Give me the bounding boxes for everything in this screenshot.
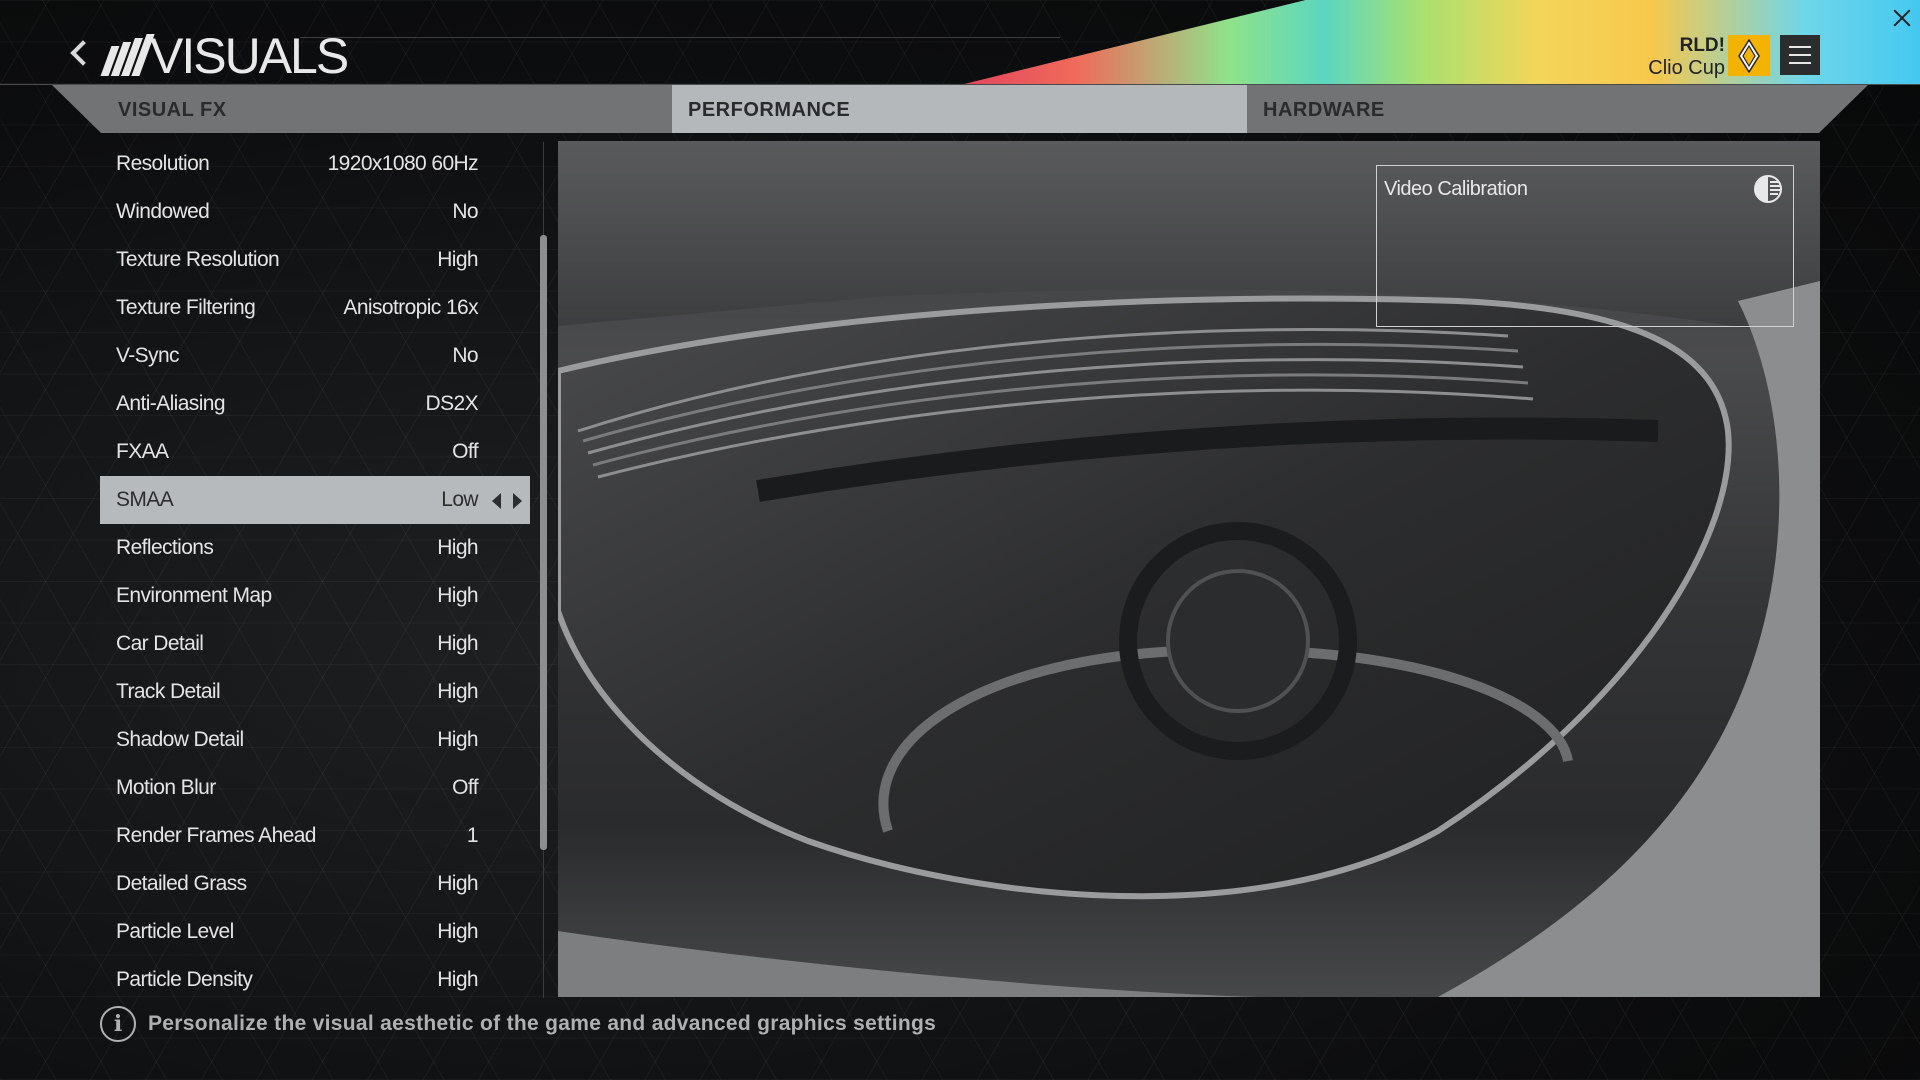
setting-value: Low — [441, 488, 478, 511]
settings-list: Resolution 1920x1080 60Hz Windowed No Te… — [100, 140, 530, 995]
setting-value: High — [437, 872, 478, 895]
setting-label: Car Detail — [116, 632, 204, 655]
setting-value: No — [452, 200, 478, 223]
setting-label: Texture Filtering — [116, 296, 256, 319]
setting-value: High — [437, 968, 478, 991]
info-icon: i — [100, 1006, 136, 1042]
setting-value: High — [437, 248, 478, 271]
setting-render-frames-ahead[interactable]: Render Frames Ahead 1 — [100, 812, 530, 860]
setting-value: Off — [452, 776, 478, 799]
page-title: VISUALS — [150, 28, 349, 84]
setting-motion-blur[interactable]: Motion Blur Off — [100, 764, 530, 812]
setting-track-detail[interactable]: Track Detail High — [100, 668, 530, 716]
setting-value: High — [437, 728, 478, 751]
scrollbar-thumb[interactable] — [540, 235, 547, 850]
setting-value: High — [437, 920, 478, 943]
setting-windowed[interactable]: Windowed No — [100, 188, 530, 236]
video-calibration-label: Video Calibration — [1384, 178, 1528, 200]
setting-detailed-grass[interactable]: Detailed Grass High — [100, 860, 530, 908]
setting-particle-level[interactable]: Particle Level High — [100, 908, 530, 956]
setting-value: Anisotropic 16x — [343, 296, 478, 319]
footer-info-text: Personalize the visual aesthetic of the … — [148, 1012, 937, 1035]
contrast-icon — [1754, 175, 1782, 203]
setting-value: DS2X — [425, 392, 479, 415]
header-bar: VISUALS RLD! Clio Cup — [0, 0, 1920, 85]
hamburger-menu-button[interactable] — [1780, 35, 1820, 75]
video-calibration-button[interactable]: Video Calibration — [1376, 165, 1794, 327]
setting-value: High — [437, 584, 478, 607]
header-color-stripe — [960, 0, 1920, 85]
setting-environment-map[interactable]: Environment Map High — [100, 572, 530, 620]
setting-value: 1920x1080 60Hz — [327, 152, 479, 175]
renault-logo-icon — [1728, 35, 1770, 76]
tab-performance[interactable]: PERFORMANCE — [672, 85, 1247, 133]
tab-hardware[interactable]: HARDWARE — [1247, 85, 1807, 133]
car-name: Clio Cup — [1648, 57, 1725, 79]
setting-label: Environment Map — [116, 584, 272, 607]
setting-label: Motion Blur — [116, 776, 216, 799]
setting-reflections[interactable]: Reflections High — [100, 524, 530, 572]
setting-value: High — [437, 632, 478, 655]
setting-value: Off — [452, 440, 478, 463]
setting-value: High — [437, 536, 478, 559]
setting-fxaa[interactable]: FXAA Off — [100, 428, 530, 476]
setting-resolution[interactable]: Resolution 1920x1080 60Hz — [100, 140, 530, 188]
setting-value: High — [437, 680, 478, 703]
increase-arrow-icon[interactable] — [513, 493, 522, 509]
setting-value: No — [452, 344, 478, 367]
setting-particle-density[interactable]: Particle Density High — [100, 956, 530, 995]
setting-anti-aliasing[interactable]: Anti-Aliasing DS2X — [100, 380, 530, 428]
setting-value: 1 — [466, 824, 479, 847]
setting-texture-filtering[interactable]: Texture Filtering Anisotropic 16x — [100, 284, 530, 332]
tab-visual-fx[interactable]: VISUAL FX — [102, 85, 672, 133]
decrease-arrow-icon[interactable] — [492, 493, 501, 509]
back-arrow-button[interactable] — [68, 36, 90, 72]
setting-texture-resolution[interactable]: Texture Resolution High — [100, 236, 530, 284]
setting-label: FXAA — [116, 440, 169, 463]
setting-label: Particle Level — [116, 920, 234, 943]
setting-label: Reflections — [116, 536, 214, 559]
setting-label: SMAA — [116, 488, 174, 511]
setting-label: Render Frames Ahead — [116, 824, 316, 847]
setting-shadow-detail[interactable]: Shadow Detail High — [100, 716, 530, 764]
setting-label: Texture Resolution — [116, 248, 280, 271]
setting-label: Anti-Aliasing — [116, 392, 226, 415]
setting-label: Particle Density — [116, 968, 253, 991]
setting-smaa[interactable]: SMAA Low — [100, 476, 530, 524]
setting-label: V-Sync — [116, 344, 180, 367]
setting-label: Detailed Grass — [116, 872, 247, 895]
setting-car-detail[interactable]: Car Detail High — [100, 620, 530, 668]
setting-label: Windowed — [116, 200, 210, 223]
setting-label: Shadow Detail — [116, 728, 244, 751]
close-icon[interactable] — [1890, 6, 1914, 30]
current-car-info: RLD! Clio Cup — [1648, 35, 1725, 79]
setting-v-sync[interactable]: V-Sync No — [100, 332, 530, 380]
setting-label: Resolution — [116, 152, 210, 175]
header-divider — [300, 37, 1060, 38]
car-pretitle: RLD! — [1679, 35, 1725, 56]
game-logo-icon — [100, 34, 155, 76]
setting-label: Track Detail — [116, 680, 221, 703]
